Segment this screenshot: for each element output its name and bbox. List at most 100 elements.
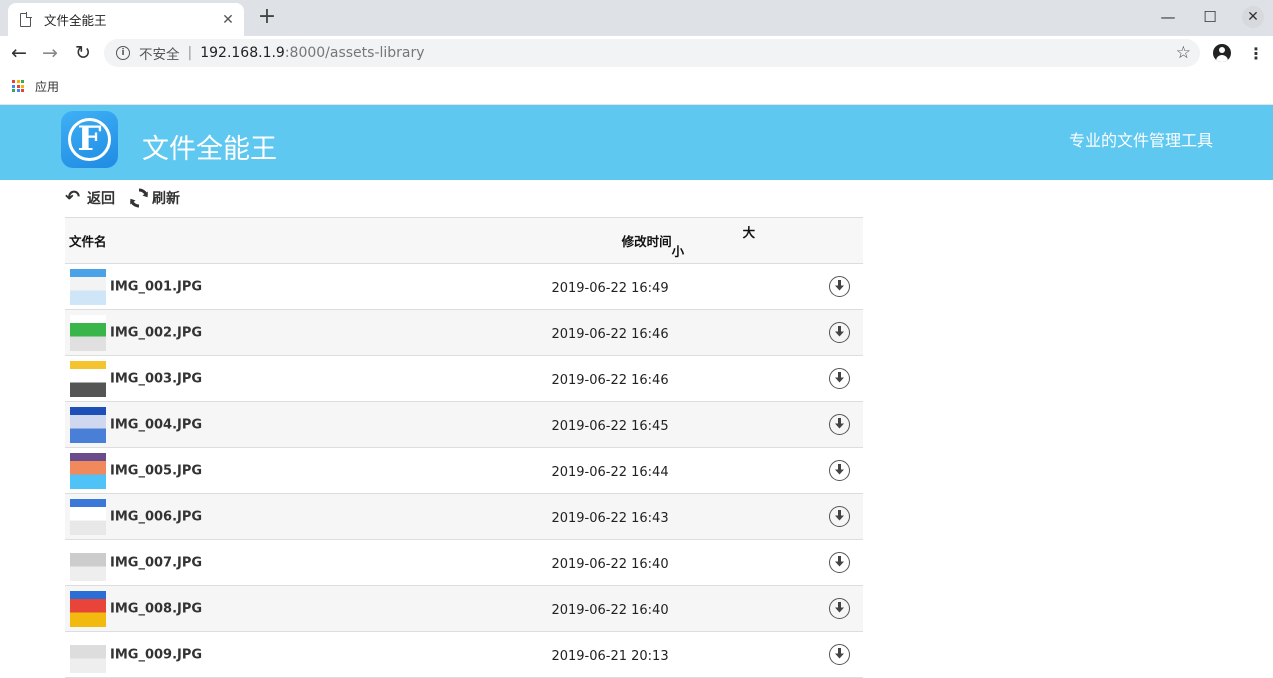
download-icon[interactable] <box>829 598 850 619</box>
url-host[interactable]: 192.168.1.9 <box>200 45 285 61</box>
file-thumbnail[interactable] <box>70 268 106 305</box>
browser-tab[interactable]: 文件全能王 ✕ <box>8 3 244 36</box>
file-rows: IMG_001.JPG 2019-06-22 16:49 IMG_002.JPG 20… <box>65 263 863 678</box>
column-header-modified[interactable]: 修改时间 <box>508 217 672 264</box>
table-row[interactable]: IMG_002.JPG 2019-06-22 16:46 <box>65 309 863 356</box>
file-modified: 2019-06-22 16:40 <box>508 539 672 586</box>
table-row[interactable]: IMG_006.JPG 2019-06-22 16:43 <box>65 493 863 540</box>
column-header-size-label: 大小 <box>671 224 756 259</box>
file-name[interactable]: IMG_001.JPG <box>110 279 202 294</box>
bookmarks-bar: 应用 <box>0 70 1273 105</box>
file-thumbnail[interactable] <box>70 636 106 673</box>
file-table: 文件名 修改时间 大小 IMG_001.JPG 2019-06-22 16:49 I… <box>65 217 863 678</box>
divider: | <box>187 45 193 61</box>
download-icon[interactable] <box>829 552 850 573</box>
file-name-cell[interactable]: IMG_002.JPG <box>65 309 509 356</box>
tab-title: 文件全能王 <box>44 13 107 28</box>
file-name[interactable]: IMG_002.JPG <box>110 325 202 340</box>
minimize-button[interactable]: — <box>1155 6 1181 28</box>
file-modified: 2019-06-22 16:44 <box>508 447 672 494</box>
tab-close-icon[interactable]: ✕ <box>220 12 236 28</box>
new-tab-button[interactable]: + <box>256 6 278 28</box>
table-header-row: 文件名 修改时间 大小 <box>65 217 863 264</box>
file-modified: 2019-06-21 20:13 <box>508 631 672 678</box>
file-name[interactable]: IMG_006.JPG <box>110 509 202 524</box>
return-icon: ↶ <box>65 187 81 208</box>
forward-arrow-icon[interactable]: → <box>37 40 63 66</box>
slogan: 专业的文件管理工具 <box>1068 131 1213 150</box>
file-name[interactable]: IMG_007.JPG <box>110 555 202 570</box>
back-arrow-icon[interactable]: ← <box>6 40 32 66</box>
app-name: 文件全能王 <box>142 134 277 165</box>
column-header-actions <box>767 217 863 264</box>
back-button[interactable]: ↶ 返回 <box>65 188 115 208</box>
download-icon[interactable] <box>829 460 850 481</box>
apps-label[interactable]: 应用 <box>35 78 59 95</box>
download-icon[interactable] <box>829 644 850 665</box>
download-icon[interactable] <box>829 368 850 389</box>
file-name-cell[interactable]: IMG_007.JPG <box>65 539 509 586</box>
security-label[interactable]: 不安全 <box>139 43 180 63</box>
file-thumbnail[interactable] <box>70 452 106 489</box>
page-icon <box>20 11 32 27</box>
account-icon[interactable] <box>1213 44 1231 62</box>
download-icon[interactable] <box>829 276 850 297</box>
table-row[interactable]: IMG_001.JPG 2019-06-22 16:49 <box>65 263 863 310</box>
file-name[interactable]: IMG_005.JPG <box>110 463 202 478</box>
file-thumbnail[interactable] <box>70 590 106 627</box>
logo-letter: F <box>77 119 102 159</box>
table-row[interactable]: IMG_009.JPG 2019-06-21 20:13 <box>65 631 863 678</box>
table-row[interactable]: IMG_004.JPG 2019-06-22 16:45 <box>65 401 863 448</box>
window-close-button[interactable]: ✕ <box>1242 6 1264 28</box>
file-name-cell[interactable]: IMG_003.JPG <box>65 355 509 402</box>
file-name[interactable]: IMG_008.JPG <box>110 601 202 616</box>
action-bar: ↶ 返回 刷新 <box>65 186 194 210</box>
refresh-label: 刷新 <box>152 191 180 207</box>
maximize-button[interactable]: ☐ <box>1197 6 1223 28</box>
refresh-button[interactable]: 刷新 <box>129 188 180 208</box>
apps-grid-icon[interactable] <box>12 80 24 92</box>
download-icon[interactable] <box>829 414 850 435</box>
file-name-cell[interactable]: IMG_001.JPG <box>65 263 509 310</box>
reload-icon[interactable]: ↻ <box>70 40 96 66</box>
table-row[interactable]: IMG_007.JPG 2019-06-22 16:40 <box>65 539 863 586</box>
info-icon[interactable]: i <box>116 46 130 60</box>
file-thumbnail[interactable] <box>70 544 106 581</box>
download-cell <box>767 493 863 540</box>
file-name[interactable]: IMG_004.JPG <box>110 417 202 432</box>
file-size <box>671 355 768 402</box>
table-row[interactable]: IMG_008.JPG 2019-06-22 16:40 <box>65 585 863 632</box>
download-cell <box>767 447 863 494</box>
file-name-cell[interactable]: IMG_009.JPG <box>65 631 509 678</box>
file-thumbnail[interactable] <box>70 360 106 397</box>
file-name-cell[interactable]: IMG_008.JPG <box>65 585 509 632</box>
url-path[interactable]: :8000/assets-library <box>285 45 425 61</box>
file-modified: 2019-06-22 16:45 <box>508 401 672 448</box>
more-menu-icon[interactable]: ⋮ <box>1248 45 1264 63</box>
file-name[interactable]: IMG_003.JPG <box>110 371 202 386</box>
file-name-cell[interactable]: IMG_006.JPG <box>65 493 509 540</box>
bookmark-star-icon[interactable]: ☆ <box>1176 43 1191 63</box>
file-size <box>671 585 768 632</box>
file-size <box>671 539 768 586</box>
table-row[interactable]: IMG_003.JPG 2019-06-22 16:46 <box>65 355 863 402</box>
download-cell <box>767 309 863 356</box>
file-name[interactable]: IMG_009.JPG <box>110 647 202 662</box>
file-thumbnail[interactable] <box>70 314 106 351</box>
download-icon[interactable] <box>829 506 850 527</box>
download-icon[interactable] <box>829 322 850 343</box>
file-size <box>671 631 768 678</box>
file-thumbnail[interactable] <box>70 406 106 443</box>
back-label: 返回 <box>87 191 115 207</box>
download-cell <box>767 631 863 678</box>
file-thumbnail[interactable] <box>70 498 106 535</box>
file-name-cell[interactable]: IMG_004.JPG <box>65 401 509 448</box>
file-modified: 2019-06-22 16:46 <box>508 309 672 356</box>
column-header-name[interactable]: 文件名 <box>65 217 509 264</box>
address-bar[interactable]: i 不安全 | 192.168.1.9:8000/assets-library … <box>104 39 1200 67</box>
column-header-size[interactable]: 大小 <box>671 217 768 264</box>
file-name-cell[interactable]: IMG_005.JPG <box>65 447 509 494</box>
table-row[interactable]: IMG_005.JPG 2019-06-22 16:44 <box>65 447 863 494</box>
app-logo: F <box>61 111 118 168</box>
download-cell <box>767 355 863 402</box>
